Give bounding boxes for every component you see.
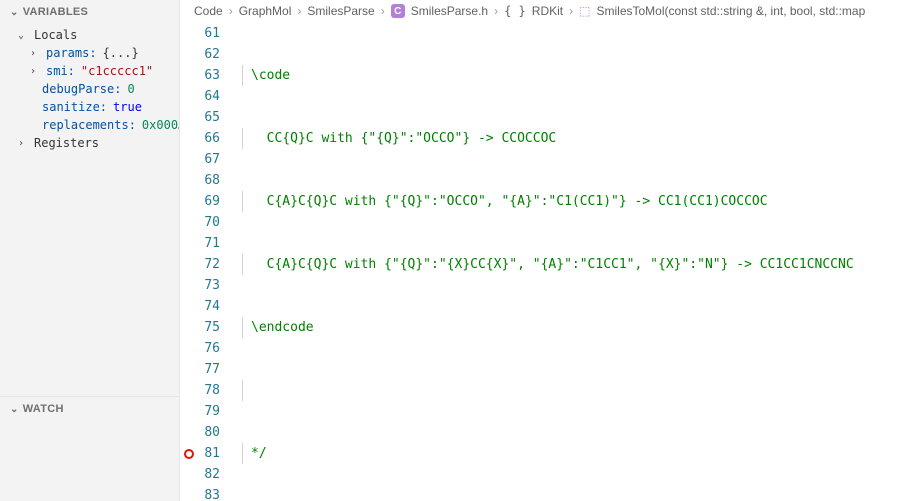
chevron-down-icon: ⌄	[10, 404, 19, 415]
variables-section-header[interactable]: ⌄ VARIABLES	[0, 0, 179, 24]
watch-title: WATCH	[23, 403, 64, 415]
code-text: */	[251, 446, 267, 461]
debug-sidebar: ⌄ VARIABLES ⌄ Locals › params: {...} › s…	[0, 0, 180, 501]
var-name: sanitize:	[42, 100, 107, 114]
breakpoint-icon[interactable]	[184, 449, 194, 459]
method-icon: ⬚	[579, 4, 590, 18]
line-gutter[interactable]: 61 62 63 64 65 66 67 68 69 70 71 72 73 7…	[180, 23, 238, 501]
line-number[interactable]: 80	[180, 422, 220, 443]
var-value: 0	[127, 82, 134, 96]
c-file-icon: C	[391, 4, 405, 18]
code-text: \endcode	[251, 320, 314, 335]
watch-section-header[interactable]: ⌄ WATCH	[0, 397, 179, 421]
chevron-right-icon: ›	[30, 48, 40, 59]
locals-header[interactable]: ⌄ Locals	[0, 26, 179, 44]
chevron-right-icon: ›	[569, 4, 573, 18]
breadcrumb-item[interactable]: GraphMol	[239, 4, 292, 18]
editor-main: Code › GraphMol › SmilesParse › C Smiles…	[180, 0, 919, 501]
line-number[interactable]: 63	[180, 65, 220, 86]
breadcrumb-item[interactable]: SmilesParse	[307, 4, 374, 18]
code-text: CC{Q}C with {"{Q}":"OCCO"} -> CCOCCOC	[251, 131, 556, 146]
code-text: C{A}C{Q}C with {"{Q}":"OCCO", "{A}":"C1(…	[251, 194, 768, 209]
line-number[interactable]: 67	[180, 149, 220, 170]
line-number[interactable]: 68	[180, 170, 220, 191]
breadcrumb-item[interactable]: SmilesToMol(const std::string &, int, bo…	[596, 4, 865, 18]
line-number[interactable]: 83	[180, 485, 220, 501]
var-name: debugParse:	[42, 82, 121, 96]
code-editor[interactable]: 61 62 63 64 65 66 67 68 69 70 71 72 73 7…	[180, 23, 919, 501]
breadcrumb-item[interactable]: Code	[194, 4, 223, 18]
chevron-right-icon: ›	[18, 138, 28, 149]
line-number[interactable]: 78	[180, 380, 220, 401]
variables-title: VARIABLES	[23, 6, 88, 18]
line-number[interactable]: 75	[180, 317, 220, 338]
chevron-down-icon: ⌄	[10, 7, 19, 18]
chevron-right-icon: ›	[297, 4, 301, 18]
registers-label: Registers	[34, 136, 99, 150]
chevron-right-icon: ›	[494, 4, 498, 18]
line-number[interactable]: 65	[180, 107, 220, 128]
chevron-down-icon: ⌄	[18, 30, 28, 41]
chevron-right-icon: ›	[229, 4, 233, 18]
line-number[interactable]: 76	[180, 338, 220, 359]
var-value: "c1ccccc1"	[81, 64, 153, 78]
line-number[interactable]: 81	[180, 443, 220, 464]
chevron-right-icon: ›	[30, 66, 40, 77]
var-name: smi:	[46, 64, 75, 78]
line-number[interactable]: 62	[180, 44, 220, 65]
namespace-icon: { }	[504, 4, 526, 18]
line-number[interactable]: 66	[180, 128, 220, 149]
line-number[interactable]: 82	[180, 464, 220, 485]
var-value: {...}	[103, 46, 139, 60]
var-name: replacements:	[42, 118, 136, 132]
var-row-debugparse[interactable]: debugParse: 0	[0, 80, 179, 98]
locals-label: Locals	[34, 28, 77, 42]
code-text: \code	[251, 68, 290, 83]
line-number[interactable]: 77	[180, 359, 220, 380]
line-number[interactable]: 73	[180, 275, 220, 296]
breadcrumb[interactable]: Code › GraphMol › SmilesParse › C Smiles…	[180, 0, 919, 23]
variables-tree: ⌄ Locals › params: {...} › smi: "c1ccccc…	[0, 24, 179, 154]
var-name: params:	[46, 46, 97, 60]
var-row-sanitize[interactable]: sanitize: true	[0, 98, 179, 116]
var-value: 0x000…	[142, 118, 179, 132]
var-row-params[interactable]: › params: {...}	[0, 44, 179, 62]
breadcrumb-item[interactable]: RDKit	[532, 4, 563, 18]
line-number[interactable]: 70	[180, 212, 220, 233]
code-content[interactable]: \code CC{Q}C with {"{Q}":"OCCO"} -> CCOC…	[238, 23, 919, 501]
line-number[interactable]: 64	[180, 86, 220, 107]
var-value: true	[113, 100, 142, 114]
chevron-right-icon: ›	[381, 4, 385, 18]
breadcrumb-item[interactable]: SmilesParse.h	[411, 4, 488, 18]
var-row-replacements[interactable]: replacements: 0x000…	[0, 116, 179, 134]
line-number[interactable]: 72	[180, 254, 220, 275]
watch-section: ⌄ WATCH	[0, 396, 179, 501]
var-row-smi[interactable]: › smi: "c1ccccc1"	[0, 62, 179, 80]
line-number[interactable]: 69	[180, 191, 220, 212]
line-number[interactable]: 71	[180, 233, 220, 254]
line-number[interactable]: 74	[180, 296, 220, 317]
registers-header[interactable]: › Registers	[0, 134, 179, 152]
line-number[interactable]: 61	[180, 23, 220, 44]
code-text: C{A}C{Q}C with {"{Q}":"{X}CC{X}", "{A}":…	[251, 257, 854, 272]
line-number[interactable]: 79	[180, 401, 220, 422]
